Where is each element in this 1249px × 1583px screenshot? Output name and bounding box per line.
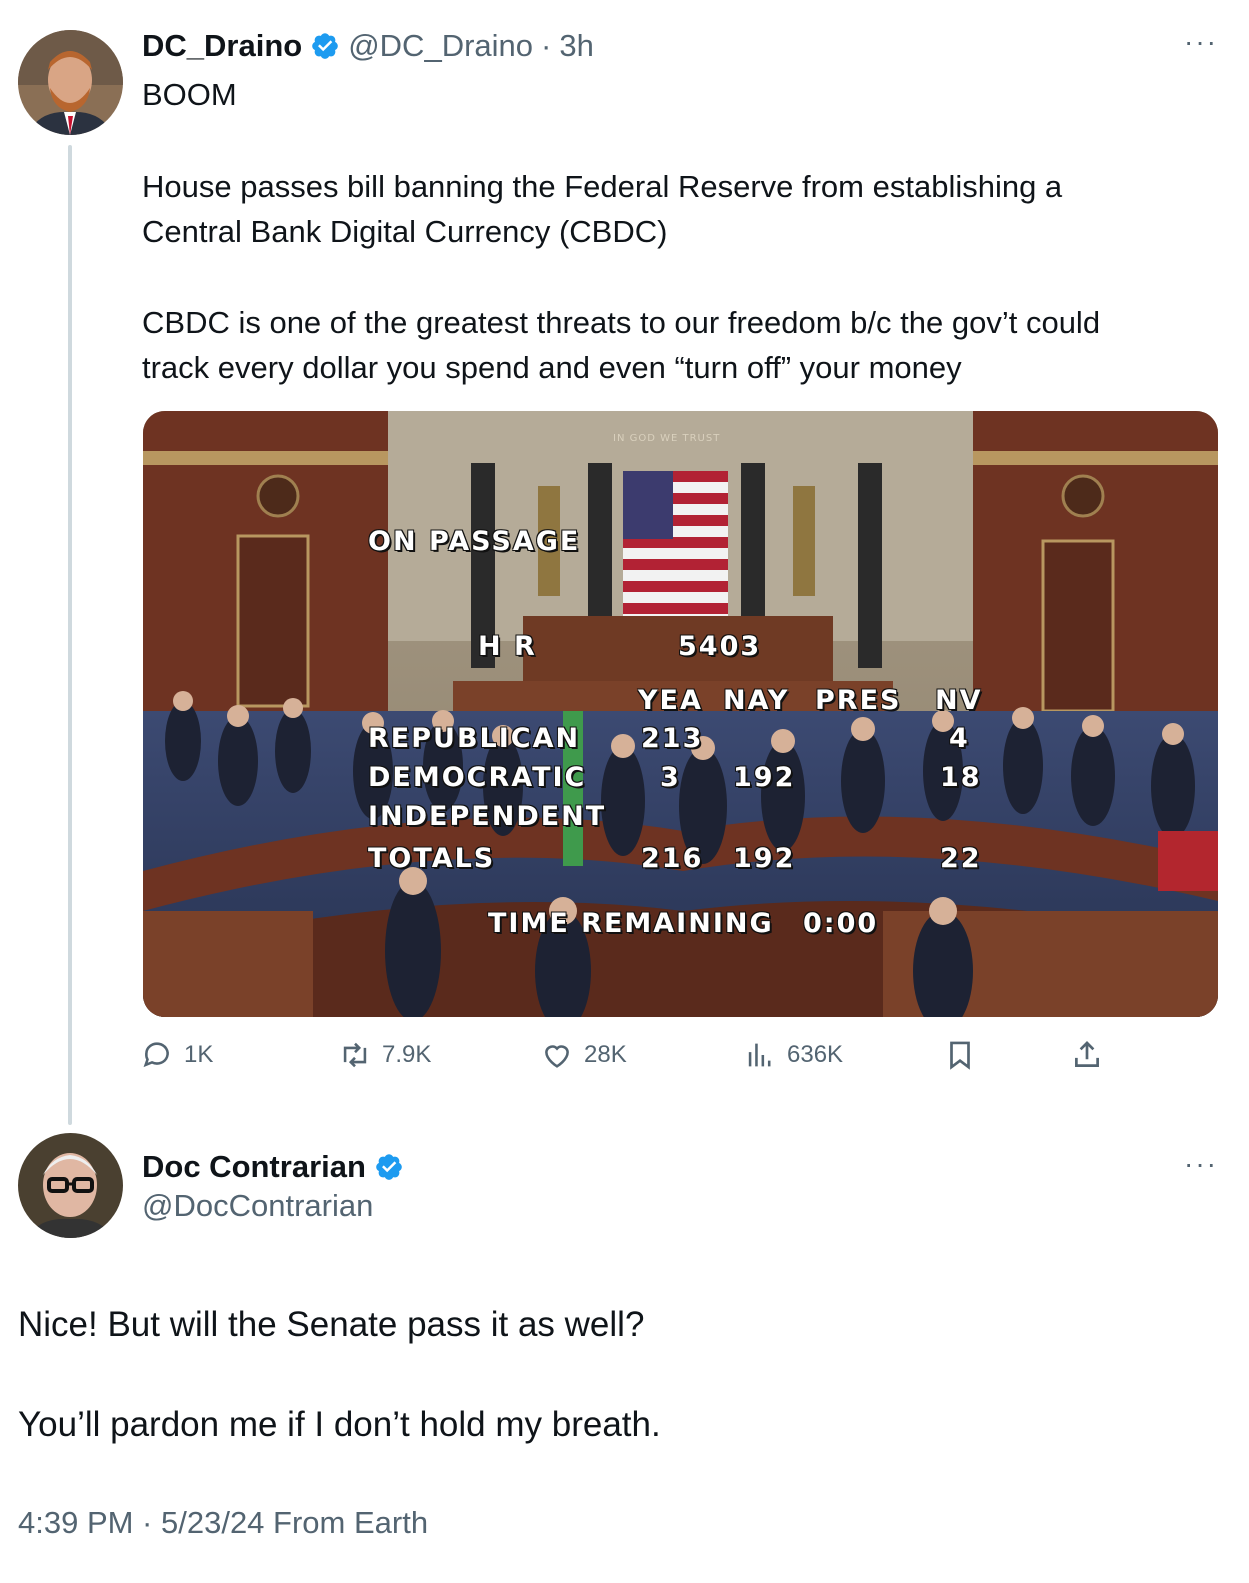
reply-timestamp[interactable]: 4:39 PM · 5/23/24 From Earth xyxy=(18,1505,428,1541)
avatar-image xyxy=(18,1133,123,1238)
tweet-action-bar: 1K 7.9K 28K 636K xyxy=(140,1038,1120,1078)
repost-count: 7.9K xyxy=(382,1041,432,1068)
tweet-header: DC_Draino @DC_Draino · 3h xyxy=(142,24,594,68)
tweet-media-image[interactable]: IN GOD WE TRUST ON PASSAGE H R 5403 YEA … xyxy=(143,411,1218,1017)
totals-yea: 216 xyxy=(641,843,704,874)
reply-author-handle[interactable]: @DocContrarian xyxy=(142,1188,373,1224)
views-button[interactable]: 636K xyxy=(743,1038,843,1072)
reply-header: Doc Contrarian xyxy=(142,1145,404,1189)
repost-icon xyxy=(343,1042,367,1068)
repost-button[interactable]: 7.9K xyxy=(338,1038,431,1072)
vote-bill-number: 5403 xyxy=(678,631,762,662)
democratic-yea: 3 xyxy=(660,762,681,793)
avatar-image xyxy=(18,30,123,135)
tweet-text-line-1: BOOM xyxy=(142,77,237,112)
vote-col-nv: NV xyxy=(935,685,983,716)
post-time[interactable]: 3h xyxy=(559,28,593,64)
share-icon xyxy=(1075,1041,1099,1067)
more-options-button[interactable]: ··· xyxy=(1184,26,1218,58)
doc-contrarian-avatar[interactable] xyxy=(18,1133,123,1238)
tweet-paragraph-1-line-1: House passes bill banning the Federal Re… xyxy=(142,169,1063,204)
view-count: 636K xyxy=(787,1041,844,1068)
bookmark-button[interactable] xyxy=(943,1038,977,1072)
vote-row-totals: TOTALS xyxy=(368,843,496,874)
democratic-nay: 192 xyxy=(733,762,796,793)
tweet-paragraph-1-line-2: Central Bank Digital Currency (CBDC) xyxy=(142,214,668,249)
vote-col-pres: PRES xyxy=(815,685,902,716)
tweet-paragraph-2-line-2: track every dollar you spend and even “t… xyxy=(142,350,962,385)
author-handle[interactable]: @DC_Draino xyxy=(348,28,533,64)
verified-badge-icon xyxy=(376,1154,402,1180)
author-name[interactable]: DC_Draino xyxy=(142,28,302,64)
thread-connector-line xyxy=(68,145,72,1125)
tweet-paragraph-2: CBDC is one of the greatest threats to o… xyxy=(142,300,1232,390)
republican-yea: 213 xyxy=(641,723,704,754)
reply-author-name[interactable]: Doc Contrarian xyxy=(142,1149,366,1185)
bookmark-icon xyxy=(950,1041,970,1070)
share-button[interactable] xyxy=(1070,1038,1104,1072)
totals-nay: 192 xyxy=(733,843,796,874)
time-remaining-value: 0:00 xyxy=(803,908,879,939)
vote-row-democratic: DEMOCRATIC xyxy=(368,762,587,793)
like-button[interactable]: 28K xyxy=(540,1038,627,1072)
dc-draino-avatar[interactable] xyxy=(18,30,123,135)
reply-icon xyxy=(143,1042,169,1068)
tweet-paragraph-1: House passes bill banning the Federal Re… xyxy=(142,164,1222,254)
verified-badge-icon xyxy=(312,33,339,59)
reply-more-options-button[interactable]: ··· xyxy=(1184,1148,1218,1180)
republican-nv: 4 xyxy=(949,723,970,754)
reply-text-line-2: You’ll pardon me if I don’t hold my brea… xyxy=(18,1405,661,1444)
reply-count: 1K xyxy=(184,1041,214,1068)
vote-row-republican: REPUBLICAN xyxy=(368,723,581,754)
reply-button[interactable]: 1K xyxy=(140,1038,213,1072)
time-remaining-label: TIME REMAINING xyxy=(488,908,774,939)
motto-text: IN GOD WE TRUST xyxy=(613,433,721,444)
reply-text-line-1: Nice! But will the Senate pass it as wel… xyxy=(18,1305,645,1344)
heart-icon xyxy=(545,1045,569,1068)
vote-col-yea: YEA xyxy=(638,685,703,716)
tweet-paragraph-2-line-1: CBDC is one of the greatest threats to o… xyxy=(142,305,1101,340)
totals-nv: 22 xyxy=(940,843,982,874)
democratic-nv: 18 xyxy=(940,762,982,793)
vote-bill-prefix: H R xyxy=(478,631,537,662)
views-chart-icon xyxy=(748,1043,771,1067)
vote-on-passage: ON PASSAGE xyxy=(368,526,581,557)
like-count: 28K xyxy=(584,1041,627,1068)
vote-row-independent: INDEPENDENT xyxy=(368,801,607,832)
vote-col-nay: NAY xyxy=(723,685,790,716)
time-separator: · xyxy=(541,28,552,63)
